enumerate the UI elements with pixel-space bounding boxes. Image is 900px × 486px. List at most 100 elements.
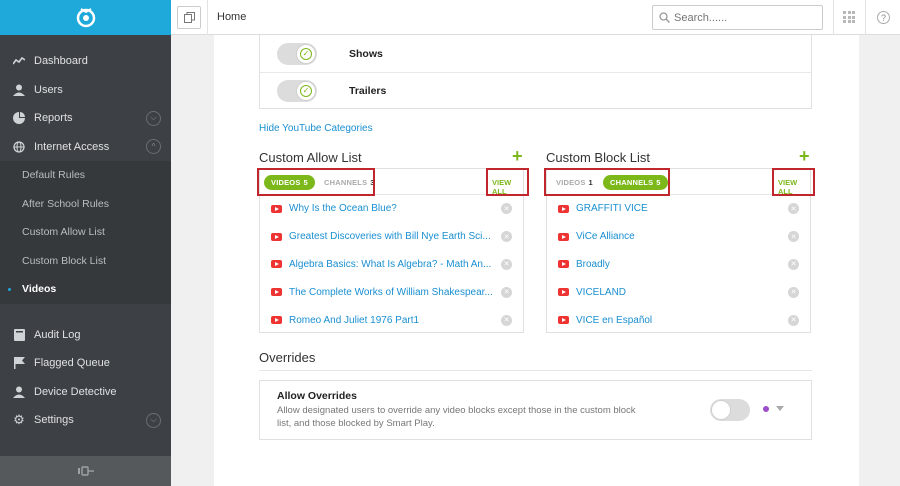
sidebar-item-settings[interactable]: ⚙ Settings ⌵ <box>0 406 171 435</box>
highlight-box <box>257 168 375 196</box>
gear-icon: ⚙ <box>13 412 25 428</box>
list-item[interactable]: GRAFFITI VICE ✕ <box>547 195 810 223</box>
sidebar-item-label: Settings <box>34 414 74 427</box>
chevron-down-icon[interactable]: ⌵ <box>146 412 161 428</box>
category-row: ✓ Trailers <box>260 72 811 109</box>
sidebar-item-reports[interactable]: Reports ⌵ <box>0 104 171 133</box>
hide-categories-link[interactable]: Hide YouTube Categories <box>259 123 373 134</box>
item-title[interactable]: The Complete Works of William Shakespear… <box>289 287 493 298</box>
highlight-box <box>486 168 529 196</box>
item-title[interactable]: Greatest Discoveries with Bill Nye Earth… <box>289 231 491 242</box>
sidebar-item-label: Default Rules <box>22 169 86 182</box>
sidebar-item-flagged-queue[interactable]: Flagged Queue <box>0 349 171 378</box>
sidebar-item-custom-block-list[interactable]: Custom Block List <box>0 247 171 276</box>
item-title[interactable]: Romeo And Juliet 1976 Part1 <box>289 315 419 326</box>
divider <box>865 0 866 35</box>
list-item[interactable]: ViCe Alliance ✕ <box>547 223 810 251</box>
overrides-panel: Allow Overrides Allow designated users t… <box>259 380 812 440</box>
youtube-icon <box>558 204 569 213</box>
remove-icon[interactable]: ✕ <box>501 203 512 215</box>
search-box[interactable] <box>652 5 823 30</box>
sidebar: Dashboard Users Reports ⌵ Internet Acces… <box>0 0 171 486</box>
user-icon <box>12 83 26 97</box>
sidebar-item-dashboard[interactable]: Dashboard <box>0 47 171 76</box>
toggle-knob: ✓ <box>296 43 316 64</box>
top-bar: Home ? <box>171 0 900 35</box>
remove-icon[interactable]: ✕ <box>501 231 512 243</box>
add-allow-button[interactable]: + <box>512 146 523 167</box>
highlight-box <box>544 168 670 196</box>
remove-icon[interactable]: ✕ <box>501 314 512 326</box>
category-toggle[interactable]: ✓ <box>277 80 317 102</box>
youtube-icon <box>558 288 569 297</box>
sidebar-item-custom-allow-list[interactable]: Custom Allow List <box>0 218 171 247</box>
book-icon <box>12 328 26 342</box>
help-icon[interactable]: ? <box>877 11 890 24</box>
sidebar-item-label: Internet Access <box>34 140 110 153</box>
list-item[interactable]: Broadly ✕ <box>547 251 810 279</box>
sidebar-item-default-rules[interactable]: Default Rules <box>0 161 171 190</box>
youtube-icon <box>558 232 569 241</box>
item-title[interactable]: VICE en Español <box>576 315 652 326</box>
logo-bar[interactable] <box>0 0 171 35</box>
chevron-down-icon[interactable] <box>776 406 784 411</box>
list-item[interactable]: VICELAND ✕ <box>547 278 810 306</box>
apps-grid-icon[interactable] <box>843 11 855 23</box>
category-toggle[interactable]: ✓ <box>277 42 317 65</box>
globe-icon <box>12 140 26 154</box>
list-item[interactable]: The Complete Works of William Shakespear… <box>260 278 523 306</box>
divider <box>259 370 812 371</box>
remove-icon[interactable]: ✕ <box>501 286 512 298</box>
list-item[interactable]: Romeo And Juliet 1976 Part1 ✕ <box>260 306 523 334</box>
new-window-button[interactable] <box>177 6 201 29</box>
item-title[interactable]: Why Is the Ocean Blue? <box>289 203 397 214</box>
item-title[interactable]: GRAFFITI VICE <box>576 203 648 214</box>
sidebar-item-internet-access[interactable]: Internet Access ^ <box>0 133 171 162</box>
sidebar-item-audit-log[interactable]: Audit Log <box>0 321 171 350</box>
divider <box>207 0 208 35</box>
sidebar-item-videos[interactable]: Videos <box>0 275 171 304</box>
sidebar-item-label: Reports <box>34 112 73 125</box>
item-title[interactable]: Broadly <box>576 259 610 270</box>
remove-icon[interactable]: ✕ <box>788 286 799 298</box>
item-title[interactable]: VICELAND <box>576 287 626 298</box>
remove-icon[interactable]: ✕ <box>501 258 512 270</box>
remove-icon[interactable]: ✕ <box>788 314 799 326</box>
toggle-knob: ✓ <box>296 81 316 101</box>
remove-icon[interactable]: ✕ <box>788 231 799 243</box>
status-dot <box>763 406 769 412</box>
sidebar-nav: Dashboard Users Reports ⌵ Internet Acces… <box>0 47 171 435</box>
list-item[interactable]: Why Is the Ocean Blue? ✕ <box>260 195 523 223</box>
collapse-icon <box>77 466 94 476</box>
overrides-heading: Allow Overrides <box>277 390 357 402</box>
list-item[interactable]: VICE en Español ✕ <box>547 306 810 334</box>
sidebar-item-device-detective[interactable]: Device Detective <box>0 378 171 407</box>
sidebar-item-label: After School Rules <box>22 197 109 210</box>
main-content: ✓ Shows ✓ Trailers Hide YouTube Categori… <box>214 35 859 486</box>
overrides-title: Overrides <box>259 350 316 365</box>
item-title[interactable]: Algebra Basics: What Is Algebra? - Math … <box>289 259 491 270</box>
allow-overrides-toggle[interactable] <box>710 399 750 421</box>
sidebar-item-after-school-rules[interactable]: After School Rules <box>0 190 171 219</box>
remove-icon[interactable]: ✕ <box>788 258 799 270</box>
add-block-button[interactable]: + <box>799 146 810 167</box>
sidebar-item-label: Device Detective <box>34 385 117 398</box>
item-title[interactable]: ViCe Alliance <box>576 231 635 242</box>
list-item[interactable]: Algebra Basics: What Is Algebra? - Math … <box>260 251 523 279</box>
search-input[interactable] <box>674 11 814 24</box>
remove-icon[interactable]: ✕ <box>788 203 799 215</box>
search-icon <box>659 12 670 23</box>
chevron-down-icon[interactable]: ⌵ <box>146 110 161 126</box>
chevron-up-icon[interactable]: ^ <box>146 139 161 155</box>
sidebar-item-users[interactable]: Users <box>0 76 171 105</box>
flag-icon <box>12 356 26 370</box>
youtube-icon <box>271 232 282 241</box>
list-item[interactable]: Greatest Discoveries with Bill Nye Earth… <box>260 223 523 251</box>
breadcrumb[interactable]: Home <box>217 11 246 23</box>
block-list-items: GRAFFITI VICE ✕ ViCe Alliance ✕ Broadly ✕ V… <box>547 195 810 334</box>
sidebar-item-label: Flagged Queue <box>34 357 110 370</box>
sidebar-item-label: Custom Allow List <box>22 226 105 239</box>
sidebar-collapse-button[interactable] <box>0 456 171 486</box>
pie-chart-icon <box>12 111 26 125</box>
